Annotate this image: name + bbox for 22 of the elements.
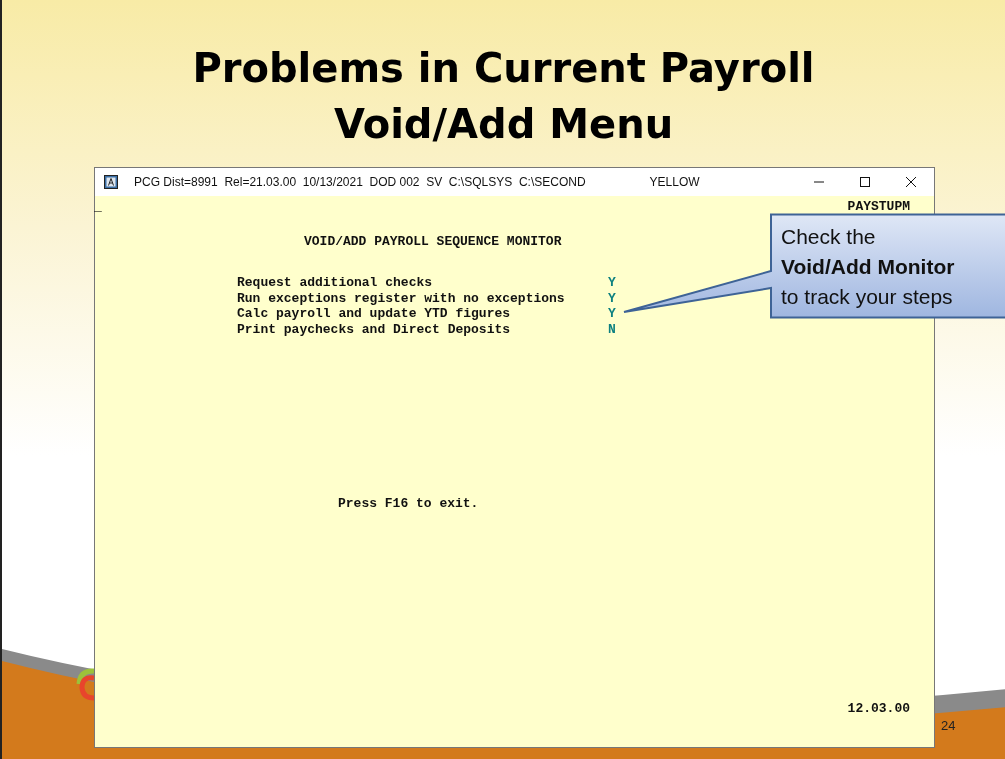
maximize-icon (859, 176, 871, 188)
step-label: Request additional checks (237, 275, 434, 291)
slide-title: Problems in Current Payroll (192, 44, 815, 93)
screen-heading: VOID/ADD PAYROLL SEQUENCE MONITOR (304, 234, 562, 250)
program-id: PAYSTUPM (847, 199, 910, 215)
step-label: Calc payroll and update YTD figures (237, 306, 512, 322)
close-icon (905, 176, 917, 188)
text-cursor: _ (94, 199, 102, 215)
version-number: 12.03.00 (847, 701, 910, 717)
step-label: Print paychecks and Direct Deposits (237, 321, 512, 337)
step-status-text: Y (608, 290, 616, 306)
step-status-text: Y (608, 306, 616, 322)
callout-text: Check the Void/Add Monitor to track your steps (781, 224, 955, 310)
slide-title: Void/Add Menu (333, 100, 674, 149)
exit-hint: Press F16 to exit. (338, 496, 480, 512)
theme-label: YELLOW (649, 175, 700, 189)
step-label: Run exceptions register with no exceptions (237, 290, 566, 306)
window-title: PCG Dist=8991 Rel=21.03.00 10/13/2021 DOD 002 SV C:\SQLSYS C:\SECOND (134, 175, 586, 189)
step-status-text: Y (608, 275, 616, 291)
step-status-text: N (608, 321, 616, 337)
page-number: 24 (941, 718, 956, 733)
app-icon (104, 175, 118, 189)
